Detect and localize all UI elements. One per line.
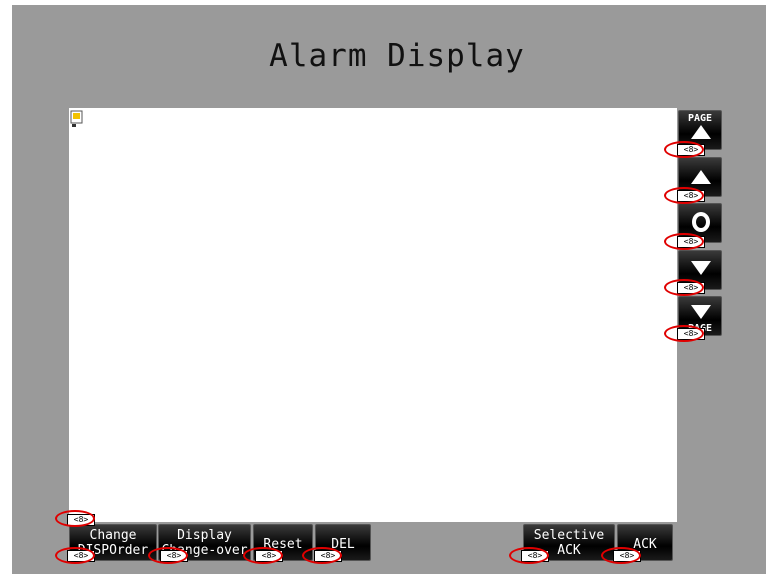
highlight-ring: [664, 233, 704, 250]
page-up-icon: [691, 125, 711, 139]
highlight-ring: [601, 547, 641, 564]
highlight-ring: [55, 547, 95, 564]
down-arrow-icon: [691, 261, 711, 275]
highlight-ring: [55, 510, 95, 527]
circle-icon: [692, 212, 710, 232]
page-title: Alarm Display: [269, 38, 525, 74]
highlight-ring: [664, 141, 704, 158]
highlight-ring: [148, 547, 188, 564]
alarm-list-area[interactable]: [69, 108, 677, 522]
highlight-ring: [243, 547, 283, 564]
alarm-history-icon: [70, 110, 83, 127]
highlight-ring: [664, 279, 704, 296]
highlight-ring: [664, 187, 704, 204]
highlight-ring: [509, 547, 549, 564]
up-arrow-icon: [691, 170, 711, 184]
highlight-ring: [302, 547, 342, 564]
highlight-ring: [664, 325, 704, 342]
page-down-icon: [691, 305, 711, 319]
